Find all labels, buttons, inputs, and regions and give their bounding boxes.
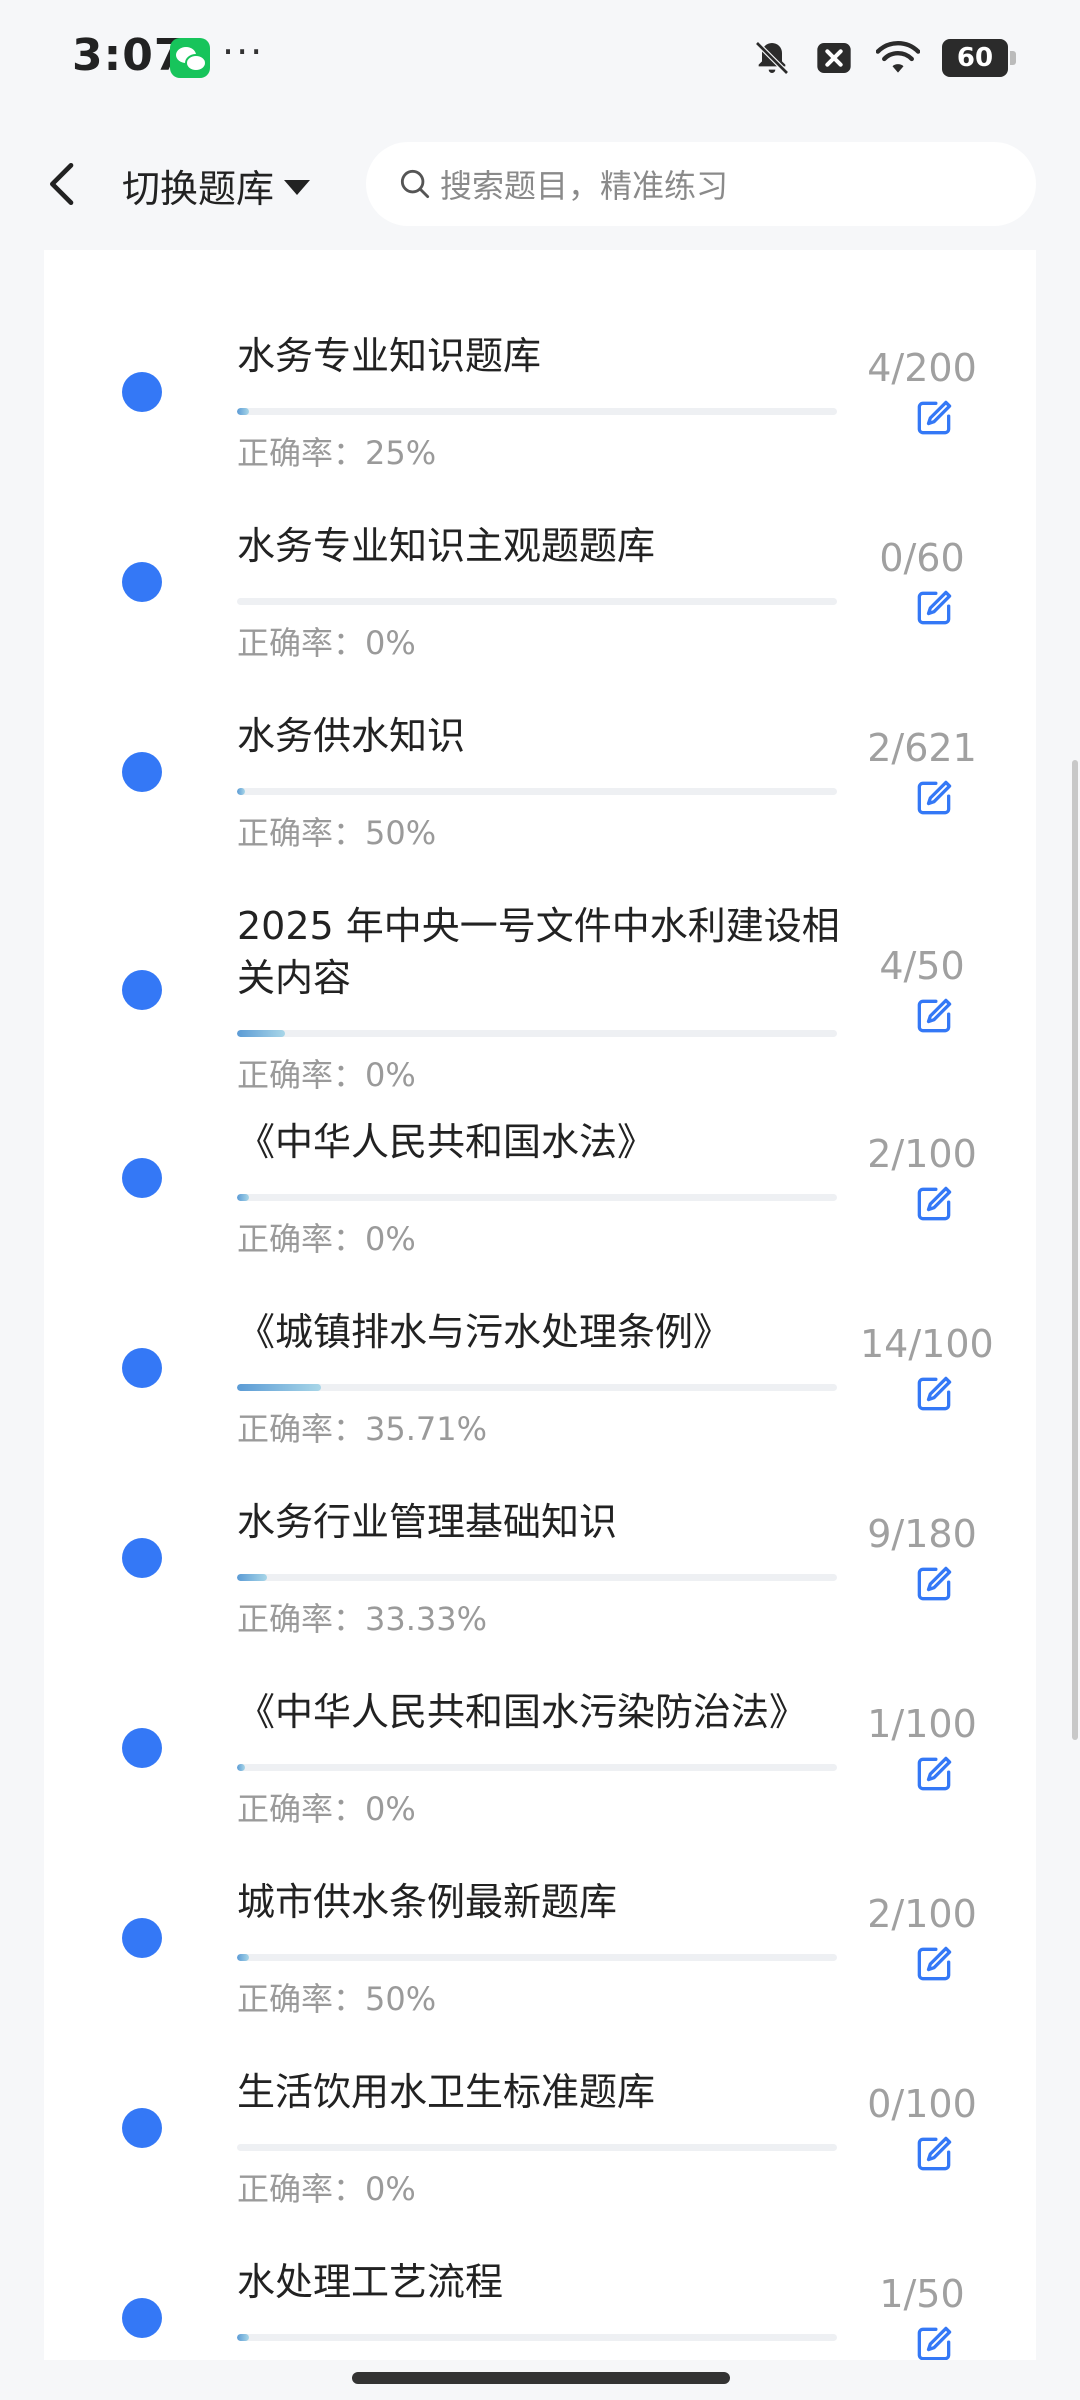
progress-count: 2/621 — [867, 726, 977, 770]
bank-dot-icon — [122, 372, 162, 412]
progress-count: 0/100 — [867, 2082, 977, 2126]
bank-title: 水务供水知识 — [237, 714, 466, 758]
edit-icon[interactable] — [912, 396, 956, 440]
accuracy-text: 正确率：0% — [237, 2170, 416, 2208]
edit-icon[interactable] — [912, 994, 956, 1038]
edit-icon[interactable] — [912, 1562, 956, 1606]
accuracy-text: 正确率：25% — [237, 434, 437, 472]
accuracy-text: 正确率：0% — [237, 1790, 416, 1828]
bank-dot-icon — [122, 2298, 162, 2338]
edit-icon[interactable] — [912, 586, 956, 630]
search-icon — [400, 169, 430, 199]
progress-bar — [237, 1574, 837, 1581]
edit-icon[interactable] — [912, 776, 956, 820]
search-input[interactable]: 搜索题目，精准练习 — [366, 142, 1036, 226]
bank-title: 生活饮用水卫生标准题库 — [237, 2070, 656, 2114]
edit-icon[interactable] — [912, 2322, 956, 2360]
search-placeholder: 搜索题目，精准练习 — [440, 167, 729, 205]
status-time: 3:07 — [72, 30, 186, 81]
accuracy-text: 正确率：50% — [237, 814, 437, 852]
progress-bar — [237, 1764, 837, 1771]
bank-dot-icon — [122, 1918, 162, 1958]
bank-dot-icon — [122, 1158, 162, 1198]
accuracy-text: 正确率：33.33% — [237, 1600, 488, 1638]
bank-title: 水务行业管理基础知识 — [237, 1500, 618, 1544]
caret-down-icon — [284, 180, 311, 195]
progress-fill — [237, 788, 245, 795]
accuracy-text: 正确率：0% — [237, 1220, 416, 1258]
progress-bar — [237, 1954, 837, 1961]
progress-bar — [237, 1030, 837, 1037]
progress-bar — [237, 2144, 837, 2151]
progress-bar — [237, 1384, 837, 1391]
progress-bar — [237, 598, 837, 605]
accuracy-text: 正确率：0% — [237, 624, 416, 662]
progress-fill — [237, 1194, 249, 1201]
back-icon[interactable] — [36, 156, 92, 212]
edit-icon[interactable] — [912, 1752, 956, 1796]
progress-count: 2/100 — [867, 1132, 977, 1176]
switch-bank-label: 切换题库 — [122, 167, 275, 211]
bank-title: 《中华人民共和国水污染防治法》 — [237, 1690, 808, 1734]
switch-bank-button[interactable]: 切换题库 — [122, 158, 311, 213]
bank-title: 2025 年中央一号文件中水利建设相关内容 — [237, 904, 840, 1000]
accuracy-text: 正确率：50% — [237, 1980, 437, 2018]
progress-bar — [237, 788, 837, 795]
home-indicator[interactable] — [352, 2372, 730, 2384]
battery-icon: 60 — [942, 39, 1016, 77]
bank-dot-icon — [122, 1728, 162, 1768]
progress-fill — [237, 1574, 267, 1581]
wechat-icon — [170, 38, 210, 78]
mute-bell-icon — [755, 41, 789, 75]
edit-icon[interactable] — [912, 1372, 956, 1416]
edit-icon[interactable] — [912, 2132, 956, 2176]
progress-count: 0/60 — [879, 536, 965, 580]
progress-fill — [237, 1030, 285, 1037]
bank-title: 水处理工艺流程 — [237, 2260, 504, 2304]
progress-count: 2/100 — [867, 1892, 977, 1936]
edit-icon[interactable] — [912, 1942, 956, 1986]
x-box-icon — [817, 43, 851, 73]
battery-level: 60 — [956, 43, 994, 73]
progress-bar — [237, 1194, 837, 1201]
progress-fill — [237, 1954, 249, 1961]
bank-title: 《城镇排水与污水处理条例》 — [237, 1310, 732, 1354]
more-icon: ··· — [222, 30, 265, 74]
bank-dot-icon — [122, 1538, 162, 1578]
edit-icon[interactable] — [912, 1182, 956, 1226]
bank-title: 《中华人民共和国水法》 — [237, 1120, 656, 1164]
progress-fill — [237, 1764, 245, 1771]
status-icons: 60 — [752, 34, 1016, 82]
progress-count: 1/100 — [867, 1702, 977, 1746]
scrollbar[interactable] — [1072, 760, 1078, 1740]
bank-title: 水务专业知识主观题题库 — [237, 524, 656, 568]
accuracy-text: 正确率：0% — [237, 1056, 416, 1094]
status-bar: 3:07 ··· 60 — [0, 0, 1080, 120]
question-bank-list: 正确率：25%水务专业知识题库正确率：25%4/200水务专业知识主观题题库正确… — [44, 250, 1036, 2360]
bank-dot-icon — [122, 562, 162, 602]
progress-fill — [237, 408, 249, 415]
progress-count: 4/200 — [867, 346, 977, 390]
accuracy-text: 正确率：35.71% — [237, 1410, 488, 1448]
bank-dot-icon — [122, 752, 162, 792]
progress-fill — [237, 1384, 321, 1391]
bank-dot-icon — [122, 2108, 162, 2148]
progress-fill — [237, 2334, 249, 2341]
wifi-icon — [876, 41, 920, 73]
progress-bar — [237, 2334, 837, 2341]
bank-dot-icon — [122, 1348, 162, 1388]
top-header: 切换题库 搜索题目，精准练习 — [0, 120, 1080, 250]
progress-count: 4/50 — [879, 944, 965, 988]
bank-title: 水务专业知识题库 — [237, 334, 542, 378]
progress-count: 14/100 — [860, 1322, 994, 1366]
bank-dot-icon — [122, 970, 162, 1010]
bank-title: 城市供水条例最新题库 — [237, 1880, 618, 1924]
progress-bar — [237, 408, 837, 415]
progress-count: 9/180 — [867, 1512, 977, 1556]
progress-count: 1/50 — [879, 2272, 965, 2316]
